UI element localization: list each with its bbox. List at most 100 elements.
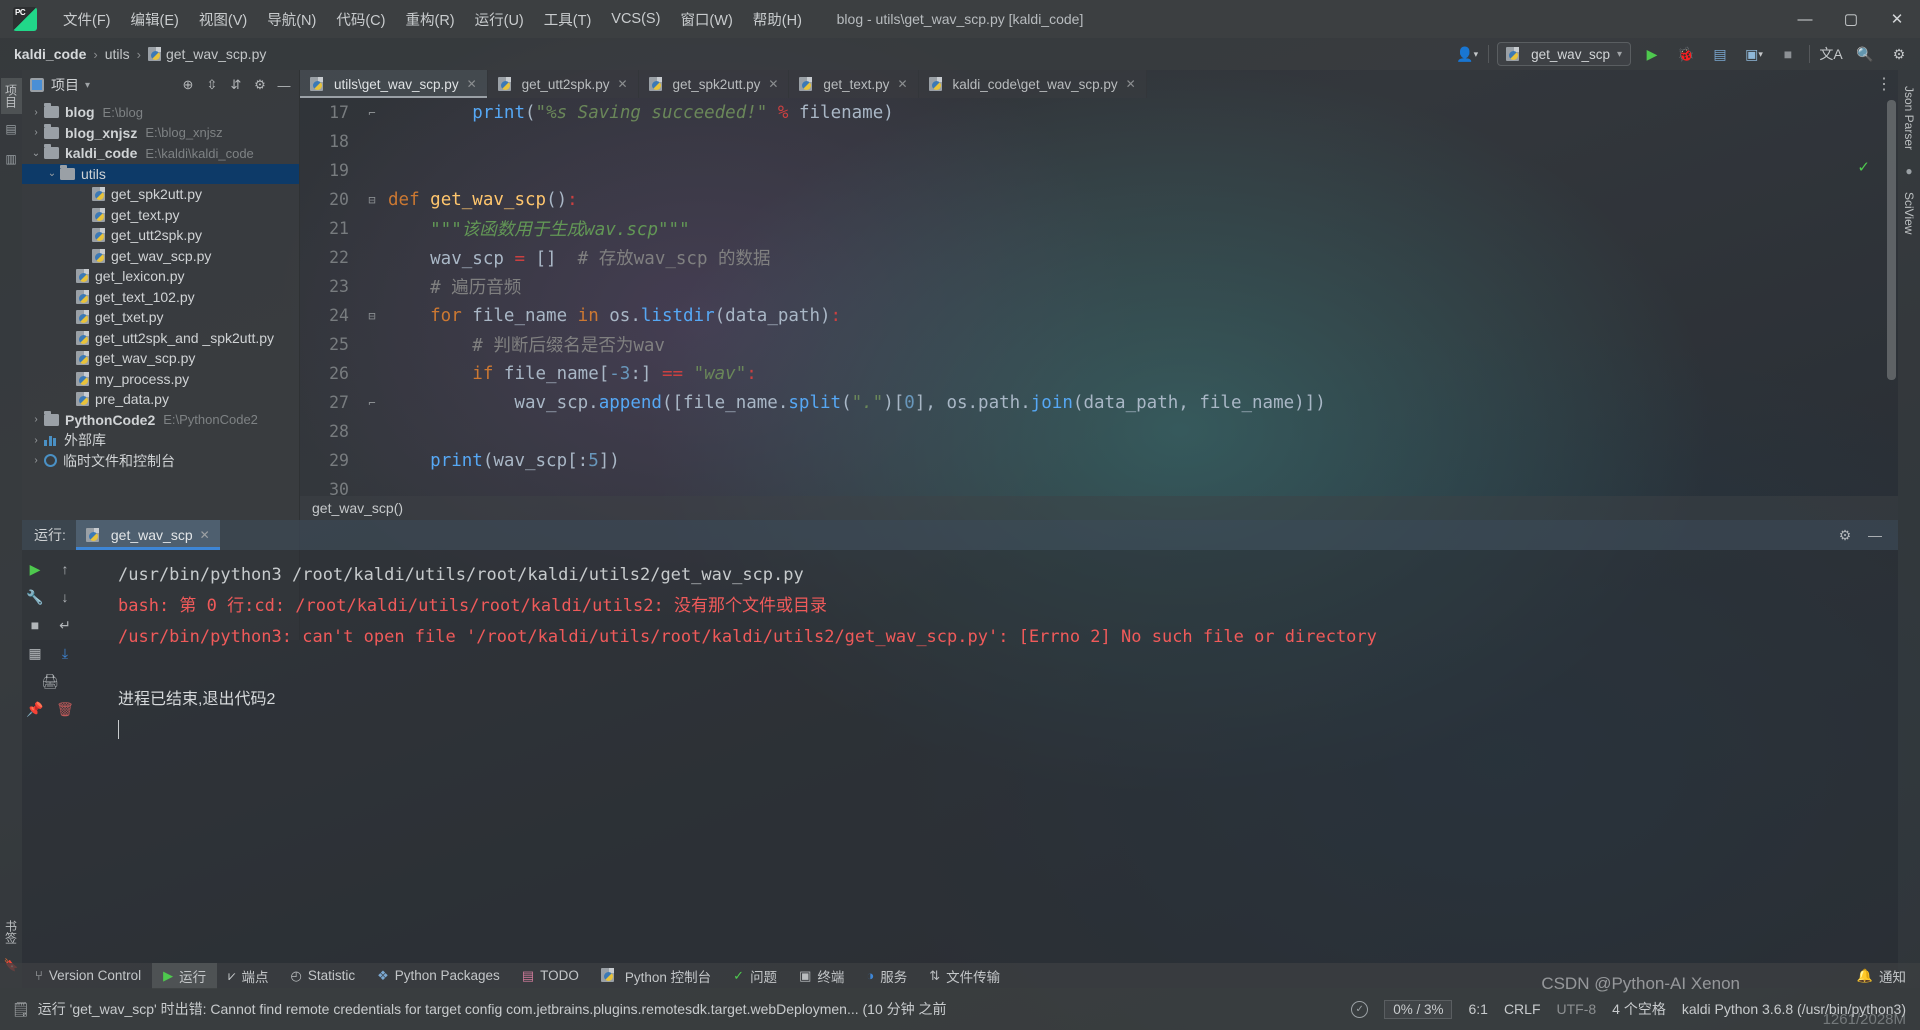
code-line[interactable]: 25 # 判断后缀名是否为wav	[300, 330, 1898, 359]
menu-navigate[interactable]: 导航(N)	[258, 5, 325, 34]
tree-node-get-utt2spk-py[interactable]: get_utt2spk.py	[22, 225, 299, 246]
gear-icon[interactable]: ⚙	[249, 74, 271, 96]
layout-icon[interactable]: ▦	[22, 640, 48, 666]
menu-edit[interactable]: 编辑(E)	[122, 5, 188, 34]
down-arrow-icon[interactable]: ↓	[52, 584, 78, 610]
tool-python-packages[interactable]: ❖ Python Packages	[366, 965, 511, 987]
tree-expand-arrow-icon[interactable]: ›	[28, 107, 44, 118]
tree-node--[interactable]: › 外部库	[22, 430, 299, 451]
gear-icon[interactable]: ⚙	[1886, 42, 1912, 66]
menu-help[interactable]: 帮助(H)	[744, 5, 811, 34]
maximize-button[interactable]: ▢	[1828, 0, 1874, 38]
trash-icon[interactable]: 🗑	[52, 696, 78, 722]
code-fold-marker[interactable]: ⌐	[362, 106, 382, 120]
up-arrow-icon[interactable]: ↑	[52, 556, 78, 582]
stop-icon[interactable]: ■	[22, 612, 48, 638]
tool-file-transfer[interactable]: ⇅ 文件传输	[918, 963, 1011, 989]
gear-icon[interactable]: ⚙	[1832, 522, 1858, 548]
expand-all-icon[interactable]: ⇵	[225, 74, 247, 96]
tree-node-pythoncode2[interactable]: › PythonCode2 E:\PythonCode2	[22, 410, 299, 431]
editor-scrollbar[interactable]	[1887, 100, 1896, 380]
database-icon[interactable]: ▤	[5, 122, 16, 136]
tree-node-kaldi-code[interactable]: ⌄ kaldi_code E:\kaldi\kaldi_code	[22, 143, 299, 164]
code-line[interactable]: 24 ⊟ for file_name in os.listdir(data_pat…	[300, 301, 1898, 330]
run-session-tab[interactable]: get_wav_scp ✕	[75, 520, 220, 550]
tool-terminal[interactable]: ▣ 终端	[788, 963, 855, 989]
caret-position[interactable]: 6:1	[1468, 1001, 1487, 1017]
tree-node-my-process-py[interactable]: my_process.py	[22, 369, 299, 390]
tree-expand-arrow-icon[interactable]: ›	[28, 127, 44, 138]
tool-problems[interactable]: ✓ 问题	[722, 963, 788, 989]
status-message-container[interactable]: 🗒 运行 'get_wav_scp' 时出错: Cannot find remo…	[12, 999, 947, 1019]
inspection-ok-icon[interactable]: ✓	[1351, 1000, 1369, 1018]
code-line[interactable]: 22 wav_scp = [] # 存放wav_scp 的数据	[300, 243, 1898, 272]
more-options-icon[interactable]: ⋮	[1876, 74, 1892, 94]
menu-run[interactable]: 运行(U)	[466, 5, 533, 34]
indent-setting[interactable]: 4 个空格	[1612, 999, 1666, 1019]
close-icon[interactable]: ✕	[768, 77, 778, 91]
search-icon[interactable]: 🔍	[1852, 42, 1878, 66]
menu-tools[interactable]: 工具(T)	[535, 5, 601, 34]
wrench-icon[interactable]: 🔧	[22, 584, 48, 610]
pin-icon[interactable]: 📌	[22, 696, 48, 722]
code-line[interactable]: 26 if file_name[-3:] == "wav":	[300, 359, 1898, 388]
locate-icon[interactable]: ⊕	[177, 74, 199, 96]
line-separator[interactable]: CRLF	[1504, 1001, 1541, 1017]
tool-statistic[interactable]: ◴ Statistic	[279, 965, 366, 987]
code-line[interactable]: 17 ⌐ print("%s Saving succeeded!" % filen…	[300, 98, 1898, 127]
tree-expand-arrow-icon[interactable]: ⌄	[44, 168, 60, 179]
structure-icon[interactable]: ▥	[5, 152, 16, 166]
editor-tab-get-utt2spk[interactable]: get_utt2spk.py ✕	[487, 70, 639, 98]
tree-node-get-txet-py[interactable]: get_txet.py	[22, 307, 299, 328]
tree-node-get-wav-scp-py[interactable]: get_wav_scp.py	[22, 246, 299, 267]
code-line[interactable]: 20 ⊟ def get_wav_scp():	[300, 185, 1898, 214]
tool-endpoints[interactable]: ⩗ 端点	[217, 963, 279, 989]
tree-expand-arrow-icon[interactable]: ›	[28, 455, 44, 466]
notifications-area[interactable]: 🔔 通知	[1857, 966, 1920, 986]
code-fold-marker[interactable]: ⊟	[362, 309, 382, 323]
code-line[interactable]: 23 # 遍历音频	[300, 272, 1898, 301]
rerun-icon[interactable]: ▶	[22, 556, 48, 582]
run-configuration-selector[interactable]: get_wav_scp ▾	[1497, 42, 1631, 66]
editor-tab-get-spk2utt[interactable]: get_spk2utt.py ✕	[638, 70, 790, 98]
print-icon[interactable]: 🖨	[37, 668, 63, 694]
profile-button[interactable]: ▣ ▾	[1741, 42, 1767, 66]
tool-python-console[interactable]: Python 控制台	[590, 963, 722, 989]
tree-node-utils[interactable]: ⌄ utils	[22, 163, 299, 184]
run-button[interactable]: ▶	[1639, 42, 1665, 66]
code-line[interactable]: 28	[300, 417, 1898, 446]
tool-run[interactable]: ▶ 运行	[152, 962, 218, 989]
menu-file[interactable]: 文件(F)	[54, 5, 120, 34]
tree-node-get-lexicon-py[interactable]: get_lexicon.py	[22, 266, 299, 287]
code-fold-marker[interactable]: ⊟	[362, 193, 382, 207]
notifications-icon[interactable]: ●	[1905, 164, 1912, 178]
close-icon[interactable]: ✕	[200, 528, 210, 542]
menu-window[interactable]: 窗口(W)	[671, 5, 741, 34]
tool-tab-bookmarks[interactable]: 书签	[1, 914, 22, 950]
collapse-all-icon[interactable]: ⇳	[201, 74, 223, 96]
hide-icon[interactable]: —	[273, 74, 295, 96]
debug-button[interactable]: 🐞	[1673, 42, 1699, 66]
tool-tab-project[interactable]: 项目	[0, 78, 22, 114]
close-button[interactable]: ✕	[1874, 0, 1920, 38]
translate-icon[interactable]: 文A	[1818, 42, 1844, 66]
code-line[interactable]: 19	[300, 156, 1898, 185]
run-coverage-button[interactable]: ▤	[1707, 42, 1733, 66]
tool-tab-json-parser[interactable]: Json Parser	[1900, 80, 1918, 156]
tree-node-blog[interactable]: › blog E:\blog	[22, 102, 299, 123]
tree-node-get-wav-scp-py[interactable]: get_wav_scp.py	[22, 348, 299, 369]
minimize-icon[interactable]: —	[1862, 522, 1888, 548]
inspection-ok-icon[interactable]: ✓	[1857, 158, 1870, 176]
breadcrumb-file[interactable]: get_wav_scp.py	[166, 46, 266, 62]
minimize-button[interactable]: —	[1782, 0, 1828, 38]
code-editor[interactable]: 17 ⌐ print("%s Saving succeeded!" % filen…	[300, 98, 1898, 520]
code-fold-marker[interactable]: ⌐	[362, 396, 382, 410]
tree-node-get-text-py[interactable]: get_text.py	[22, 205, 299, 226]
tool-tab-sciview[interactable]: SciView	[1900, 186, 1918, 240]
file-encoding[interactable]: UTF-8	[1557, 1001, 1597, 1017]
soft-wrap-icon[interactable]: ↵	[52, 612, 78, 638]
tool-todo[interactable]: ▤ TODO	[511, 965, 590, 987]
tree-node-get-spk2utt-py[interactable]: get_spk2utt.py	[22, 184, 299, 205]
tree-expand-arrow-icon[interactable]: ⌄	[28, 148, 44, 159]
menu-view[interactable]: 视图(V)	[190, 5, 256, 34]
